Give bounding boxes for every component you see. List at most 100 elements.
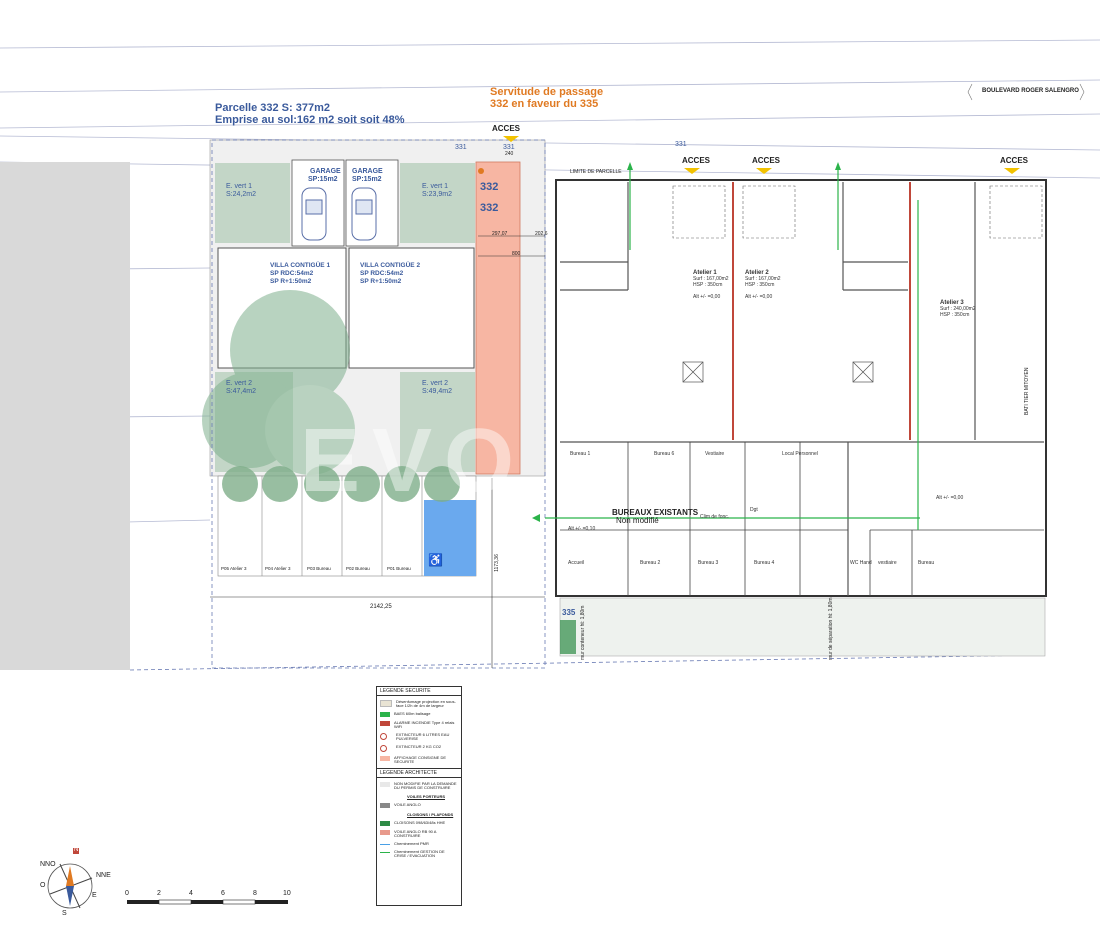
ev-area: S:24,2m2 [226, 191, 256, 198]
separation-label: mur de séparation ht: 1,80m [828, 597, 834, 660]
compass-n: N [74, 847, 79, 853]
room-label: WC Hand [850, 560, 872, 566]
villa-1-title: VILLA CONTIGÜE 1 [270, 262, 331, 269]
atelier-3: Atelier 3 Surf : 240,00m2 HSP : 350cm [940, 300, 976, 318]
neighbour-block [0, 162, 130, 670]
compass-s: S [62, 910, 67, 917]
villa-2-l1: SP RDC:54m2 [360, 270, 404, 277]
room-label: Bureau [918, 560, 935, 566]
conteneur-label: mur conteneur ht: 1,80m [580, 605, 586, 660]
legend-item: BAES 60lm balisage [394, 711, 431, 716]
legend-item: VOILE ANGLO RB 90 A CONSTRUIRE [394, 829, 437, 838]
parking-label: P02 Bureau [346, 566, 370, 571]
parcel-line-1: Parcelle 332 S: 377m2 [215, 102, 330, 114]
room-label: vestiaire [878, 560, 897, 566]
garage-area: SP:15m2 [352, 176, 382, 183]
green-zone-2 [400, 163, 475, 243]
scale-tick: 10 [283, 890, 291, 897]
legend-item: VOILE ANGLO [394, 802, 421, 807]
lot-332: 332 [480, 181, 499, 193]
room-label: Bureau 1 [570, 451, 591, 457]
legend-item: EXTINCTEUR 6 LITRES EAU PULVERISE [396, 732, 450, 741]
legend-item: Cheminement GESTION DE CRISE / EVACUATIO… [394, 849, 445, 858]
room-label: Bureau 2 [640, 560, 661, 566]
parking-label: P04 Atelier 3 [265, 566, 291, 571]
atelier-1: Atelier 1 Surf : 167,00m2 HSP : 350cm Alt +… [693, 270, 729, 300]
garage-area: SP:15m2 [308, 176, 338, 183]
villa-1-l2: SP R+1:50m2 [270, 278, 312, 285]
wheelchair-icon: ♿ [428, 553, 443, 567]
parking-label: P01 Bureau [387, 566, 411, 571]
dim-800: 800 [512, 251, 521, 257]
ev-title: E. vert 1 [422, 183, 449, 190]
alt-label: Alt +/- =0,00 [936, 495, 964, 501]
legend-sub: VOILES PORTEURS [407, 794, 446, 799]
scale-tick: 8 [253, 890, 257, 897]
scale-tick: 0 [125, 890, 129, 897]
villa-2-title: VILLA CONTIGÜE 2 [360, 262, 421, 269]
acces-label: ACCES [1000, 156, 1029, 165]
legend-securite-title: LEGENDE SECURITE [377, 687, 461, 696]
compass-e: E [92, 892, 97, 899]
green-zone-1 [215, 163, 290, 243]
watermark: EVO [300, 411, 527, 511]
ev-title: E. vert 1 [226, 183, 253, 190]
legend-item: AFFICHAGE CONSIGNE DE SECURITE [394, 755, 447, 764]
street-sign: BOULEVARD ROGER SALENGRO [982, 88, 1079, 94]
legend-item: Désenfumage projection en sous-face 1/2h… [396, 699, 456, 708]
parcel-line-2: Emprise au sol:162 m2 soit soit 48% [215, 114, 405, 126]
bureaux-sub: Non modifié [616, 516, 659, 525]
legend-item: EXTINCTEUR 2 KG CO2 [396, 744, 442, 749]
servitude-line-1: Servitude de passage [490, 86, 604, 98]
legend-archi-title: LEGENDE ARCHITECTE [377, 768, 461, 778]
dim-240: 240 [505, 151, 514, 157]
acces-label: ACCES [492, 124, 521, 133]
compass-nno: NNO [40, 861, 56, 868]
garage-title: GARAGE [310, 168, 341, 175]
compass-nne: NNE [96, 872, 111, 879]
villa-2-l2: SP R+1:50m2 [360, 278, 402, 285]
room-label: Bureau 3 [698, 560, 719, 566]
scale-tick: 4 [189, 890, 193, 897]
lot-335: 335 [562, 608, 576, 617]
room-label: Clim de fonc. [700, 514, 730, 520]
ev-area: S:49,4m2 [422, 388, 452, 395]
compass-icon [47, 848, 93, 909]
room-label: Accueil [568, 560, 585, 566]
scale-tick: 2 [157, 890, 161, 897]
legend-item: ALARME INCENDIE Type 4 relais WiFi [394, 720, 455, 729]
lot-332: 332 [480, 202, 499, 214]
room-label: Local Personnel [782, 451, 818, 457]
dim-1173: 1173,36 [493, 554, 500, 572]
ev-title: E. vert 2 [226, 380, 253, 387]
atelier-2: Atelier 2 Surf : 167,00m2 HSP : 350cm Alt +… [745, 270, 781, 300]
legend-item: Cheminement PMR [394, 841, 429, 846]
dim-202: 202,6 [535, 231, 548, 237]
floor-plan [0, 39, 1100, 909]
limite-label: LIMITE DE PARCELLE [570, 169, 622, 175]
dim-2142: 2142,25 [370, 604, 392, 610]
parking-label: P05 Atelier 3 [221, 566, 247, 571]
lot-331: 331 [675, 141, 687, 148]
ev-area: S:23,9m2 [422, 191, 452, 198]
ev-area: S:47,4m2 [226, 388, 256, 395]
legend-item: NON MODIFIE PAR LA DEMANDE DU PERMIS DE … [394, 781, 457, 790]
room-label: Dgt [750, 507, 758, 513]
compass-o: O [40, 882, 46, 889]
legend-sub: CLOISONS / PLAFONDS [407, 812, 454, 817]
legend-panel: LEGENDE SECURITE Désenfumage projection … [376, 686, 462, 906]
villa-1-l1: SP RDC:54m2 [270, 270, 314, 277]
legend-item: CLOISONS 098/63/48s HHE [394, 820, 446, 825]
dim-297: 297,07 [492, 231, 508, 237]
room-label: Bureau 4 [754, 560, 775, 566]
lot-331: 331 [503, 144, 515, 151]
garage-title: GARAGE [352, 168, 383, 175]
mitoyen-label: BATI TIER MITOYEN [1024, 367, 1030, 415]
parking-label: P03 Bureau [307, 566, 331, 571]
servitude-line-2: 332 en faveur du 335 [490, 98, 599, 110]
acces-label: ACCES [752, 156, 781, 165]
scale-tick: 6 [221, 890, 225, 897]
room-label: Bureau 6 [654, 451, 675, 457]
lot-331: 331 [455, 144, 467, 151]
scale-bar [127, 899, 288, 905]
